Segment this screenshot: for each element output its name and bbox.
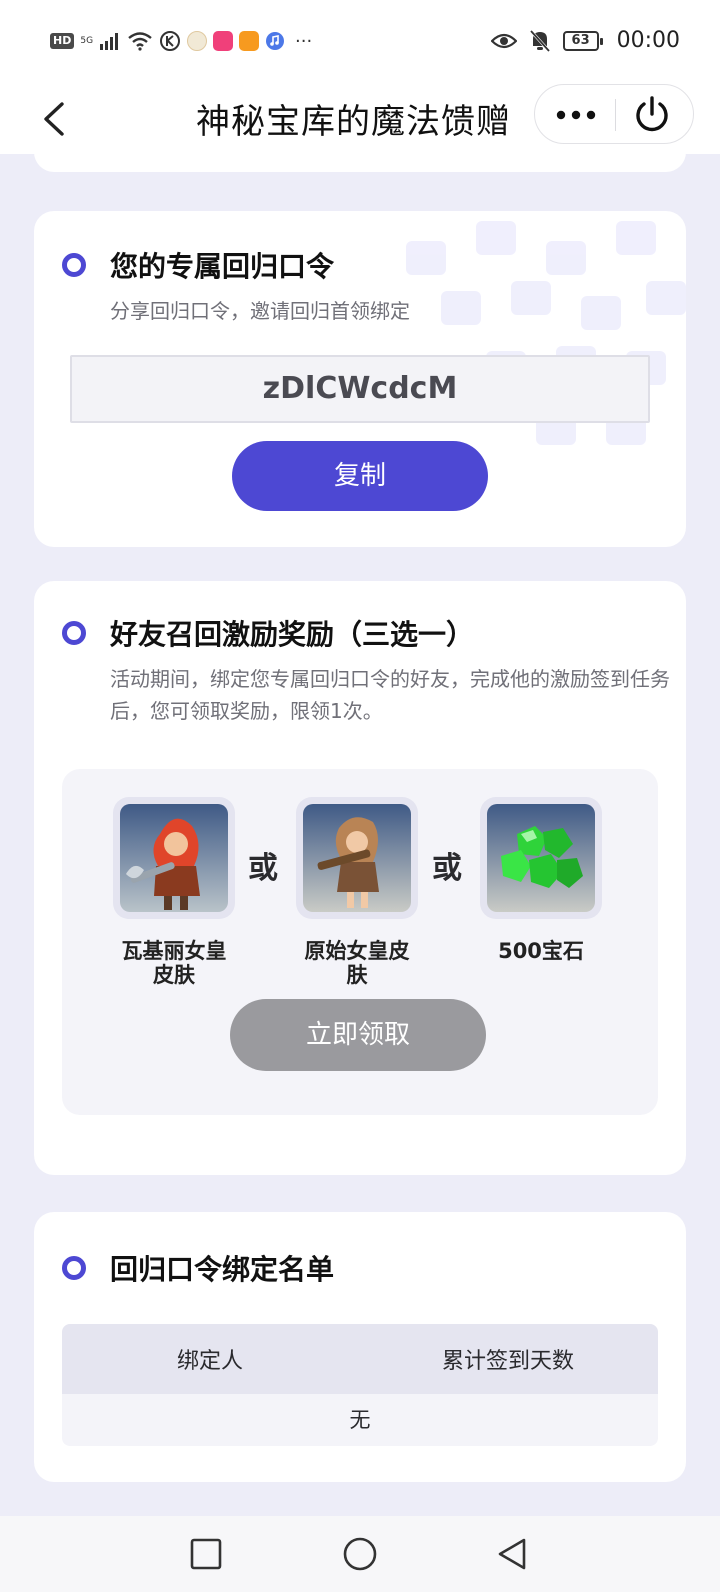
reward-option-3[interactable]: 500宝石 [479,797,603,963]
reward-card: 好友召回激励奖励（三选一） 活动期间，绑定您专属回归口令的好友，完成他的激励签到… [34,581,686,1175]
reward-section-description: 活动期间，绑定您专属回归口令的好友，完成他的激励签到任务后，您可领取奖励，限领1… [110,667,670,723]
column-header-signin-days: 累计签到天数 [441,1349,574,1374]
music-app-icon [266,32,285,50]
return-code-display: zDlCWcdcM [70,355,650,423]
reward-name: 瓦基丽女皇皮肤 [121,939,227,987]
binding-section-title: 回归口令绑定名单 [110,1253,335,1286]
status-bar: HD 5G ··· 63 00:00 [0,0,720,84]
signal-type-label: 5G [80,35,94,46]
more-notifications-indicator: ··· [295,30,313,52]
close-miniapp-power-icon[interactable] [631,95,673,135]
return-code-card: 您的专属回归口令 分享回归口令，邀请回归首领绑定 zDlCWcdcM 复制 [34,211,686,547]
valkyrie-queen-skin-image [120,804,228,912]
or-separator: 或 [432,851,462,886]
primal-queen-skin-image [303,804,411,912]
home-circle-icon[interactable] [342,1536,378,1572]
battery-indicator: 63 [562,30,603,51]
column-header-binder: 绑定人 [176,1349,243,1374]
app-notification-icon-3 [239,31,260,51]
claim-now-button[interactable]: 立即领取 [230,999,486,1071]
app-notification-icon-1 [187,31,208,51]
section-marker [62,1256,86,1280]
binding-table: 绑定人 累计签到天数 无 [62,1324,658,1446]
copy-button[interactable]: 复制 [232,441,488,511]
previous-card-edge [34,144,686,172]
section-marker [62,621,86,645]
more-options-icon[interactable] [553,101,599,129]
system-navigation-bar [0,1516,720,1592]
code-section-subtitle: 分享回归口令，邀请回归首领绑定 [110,299,410,323]
back-triangle-icon[interactable] [494,1536,530,1572]
reward-name: 500宝石 [498,939,584,963]
recent-apps-square-icon[interactable] [188,1536,224,1572]
reward-option-1[interactable]: 瓦基丽女皇皮肤 [112,797,236,987]
reward-section-title: 好友召回激励奖励（三选一） [110,618,475,651]
reward-options-panel: 瓦基丽女皇皮肤 或 原始女皇皮肤 或 500宝石 立即领取 [62,769,658,1115]
capsule-divider [615,99,616,131]
section-marker [62,253,86,277]
hd-badge: HD [50,33,75,49]
or-separator: 或 [248,851,278,886]
wifi-icon [128,32,152,51]
back-arrow-icon[interactable] [36,96,76,142]
table-empty-row: 无 [62,1394,658,1446]
status-bar-left: HD 5G ··· [50,30,312,52]
reward-frame [113,797,235,919]
reward-frame [480,797,602,919]
table-header: 绑定人 累计签到天数 [62,1324,658,1394]
page-title: 神秘宝库的魔法馈赠 [196,102,511,142]
reward-frame [296,797,418,919]
page-content: 您的专属回归口令 分享回归口令，邀请回归首领绑定 zDlCWcdcM 复制 好友… [0,144,720,1516]
eye-icon [490,33,517,48]
decorative-pattern [406,221,686,445]
reward-name: 原始女皇皮肤 [304,939,410,987]
clock: 00:00 [616,28,680,53]
status-bar-right: 63 00:00 [490,28,680,53]
binding-list-card: 回归口令绑定名单 绑定人 累计签到天数 无 [34,1212,686,1482]
app-notification-icon-2 [213,31,234,51]
gems-image [487,804,595,912]
code-section-title: 您的专属回归口令 [110,250,335,283]
signal-strength-icon [100,33,119,50]
miniapp-capsule [534,84,694,144]
reward-option-2[interactable]: 原始女皇皮肤 [295,797,419,987]
k-app-icon [160,31,181,51]
mute-bell-icon [529,29,550,52]
